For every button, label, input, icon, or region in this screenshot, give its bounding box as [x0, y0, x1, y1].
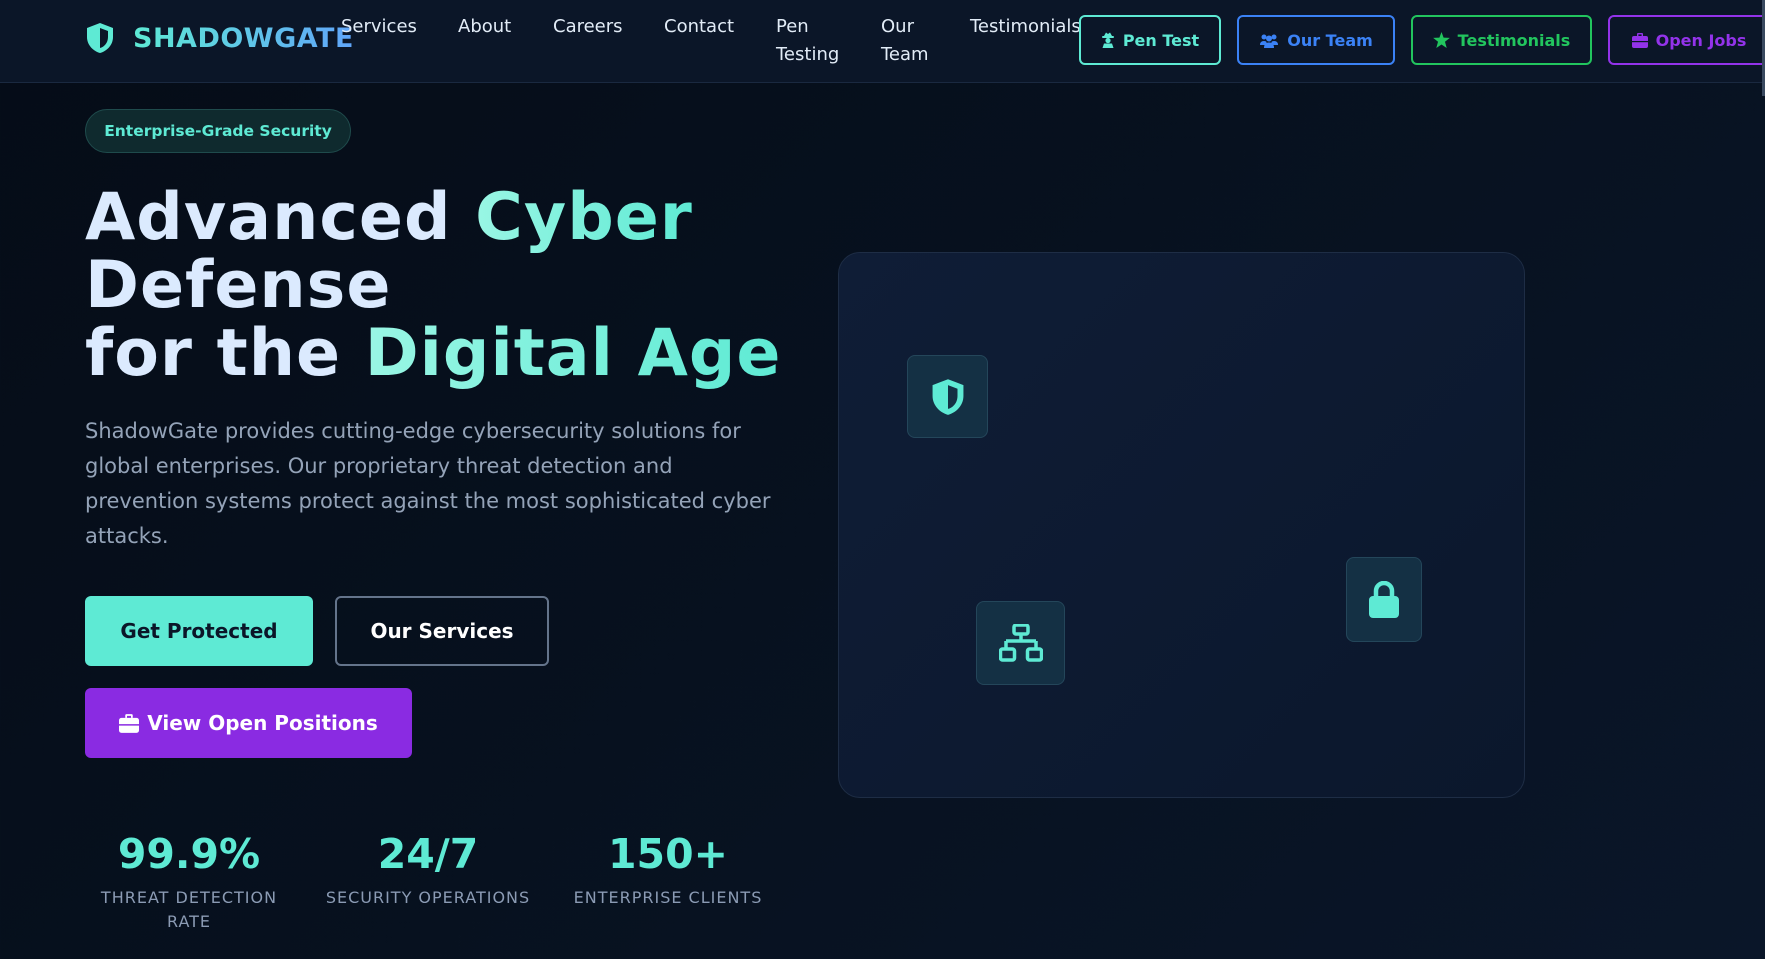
network-icon [998, 624, 1043, 662]
nav-our-team[interactable]: Our Team [881, 13, 936, 69]
stat-threat-detection: 99.9% THREAT DETECTION RATE [85, 830, 293, 934]
lock-tile [1346, 557, 1422, 642]
stat-enterprise-clients: 150+ ENTERPRISE CLIENTS [563, 830, 773, 910]
pen-test-label: Pen Test [1122, 30, 1200, 50]
brand-logo[interactable]: SHADOWGATE [85, 22, 354, 54]
headline-text: for the [85, 316, 365, 391]
brand-name: SHADOWGATE [133, 22, 354, 54]
nav-pen-testing[interactable]: Pen Testing [776, 13, 846, 69]
briefcase-icon [1631, 32, 1648, 48]
pen-test-button[interactable]: Pen Test [1079, 15, 1221, 65]
open-jobs-label: Open Jobs [1655, 30, 1747, 50]
nav-services[interactable]: Services [341, 13, 417, 41]
network-tile [976, 601, 1065, 685]
headline-text: Defense [85, 248, 392, 323]
view-open-positions-button[interactable]: View Open Positions [85, 688, 412, 758]
nav-testimonials[interactable]: Testimonials [970, 13, 1081, 41]
user-secret-icon [1101, 32, 1114, 48]
stat-value: 24/7 [377, 830, 479, 878]
headline-text: Advanced [85, 180, 476, 255]
stat-security-operations: 24/7 SECURITY OPERATIONS [318, 830, 538, 910]
users-icon [1260, 34, 1279, 48]
star-icon [1432, 32, 1450, 48]
our-team-button[interactable]: Our Team [1237, 15, 1395, 65]
briefcase-icon [119, 713, 140, 733]
shield-tile [907, 355, 988, 438]
hero-description: ShadowGate provides cutting-edge cyberse… [85, 419, 771, 548]
stat-value: 99.9% [117, 830, 261, 878]
nav-about[interactable]: About [458, 13, 511, 41]
stat-label: THREAT DETECTION RATE [100, 888, 278, 931]
get-protected-button[interactable]: Get Protected [85, 596, 313, 666]
enterprise-badge: Enterprise-Grade Security [85, 109, 351, 153]
lock-icon [1369, 580, 1399, 618]
nav-contact[interactable]: Contact [664, 13, 734, 41]
view-open-positions-label: View Open Positions [147, 711, 378, 735]
hero-headline: Advanced Cyber Defense for the Digital A… [85, 184, 845, 388]
nav-careers[interactable]: Careers [553, 13, 623, 41]
headline-highlight: Cyber [475, 180, 693, 255]
stat-label: SECURITY OPERATIONS [325, 888, 531, 907]
stat-value: 150+ [608, 830, 728, 878]
testimonials-label: Testimonials [1457, 30, 1571, 50]
shield-icon [932, 378, 963, 415]
headline-highlight: Digital Age [364, 316, 782, 391]
open-jobs-button[interactable]: Open Jobs [1608, 15, 1765, 65]
our-team-label: Our Team [1287, 30, 1373, 50]
our-services-button[interactable]: Our Services [335, 596, 549, 666]
hero-visual-card [838, 252, 1525, 798]
shield-icon [87, 23, 113, 53]
stat-label: ENTERPRISE CLIENTS [573, 888, 763, 907]
testimonials-button[interactable]: Testimonials [1411, 15, 1592, 65]
site-header: SHADOWGATE Services About Careers Contac… [0, 0, 1765, 83]
